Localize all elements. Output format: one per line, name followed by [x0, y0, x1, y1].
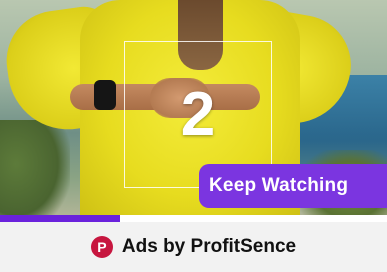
ads-by-label: Ads by ProfitSence	[121, 236, 297, 257]
countdown-number: 2	[180, 80, 216, 149]
ad-widget: 2 Keep Watching P Ads by ProfitSence	[0, 0, 387, 272]
profitsence-logo-icon: P	[90, 236, 113, 258]
video-player[interactable]: 2 Keep Watching	[0, 0, 387, 222]
video-progress-fill	[0, 215, 120, 222]
ad-attribution[interactable]: P Ads by ProfitSence	[0, 222, 387, 272]
keep-watching-button[interactable]: Keep Watching	[199, 164, 387, 208]
wristwatch	[94, 80, 116, 110]
video-progress-bar	[0, 215, 387, 222]
